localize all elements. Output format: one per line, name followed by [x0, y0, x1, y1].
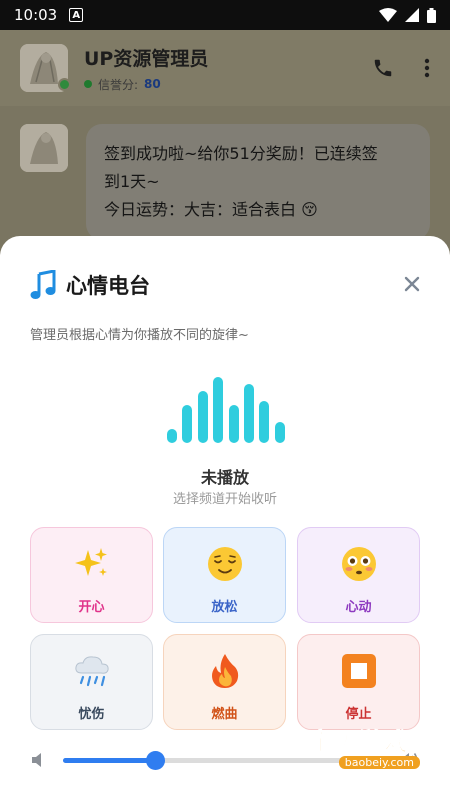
stop-button-icon	[339, 651, 379, 691]
equalizer-bar	[244, 383, 254, 443]
watermark-text: 宝贝游戏网	[309, 728, 434, 757]
fire-icon	[205, 651, 245, 691]
reputation-label: 信誉分:	[98, 77, 139, 92]
wifi-icon	[379, 8, 397, 22]
online-status-dot	[58, 78, 71, 91]
volume-fill	[63, 758, 155, 763]
watermark-logo: 宝贝游戏网 baobeiy.com	[294, 720, 434, 778]
channel-label: 燃曲	[211, 707, 238, 722]
message-bubble: 签到成功啦~给你51分奖励！已连续签 到1天~ 今日运势：大吉：适合表白 😚	[86, 124, 430, 240]
sheet-title: 心情电台	[66, 274, 150, 298]
sparkles-icon	[72, 544, 112, 584]
battery-icon	[427, 7, 436, 23]
playback-state-title: 未播放	[200, 468, 249, 487]
equalizer-bar	[259, 401, 270, 443]
chat-header: UP资源管理员 信誉分: 80	[0, 30, 450, 106]
equalizer-bar	[182, 404, 193, 443]
message-line-1: 签到成功啦~给你51分奖励！已连续签	[104, 144, 378, 163]
relieved-face-icon	[205, 544, 245, 584]
channel-label: 放松	[211, 600, 238, 615]
channel-happy[interactable]: 开心	[30, 527, 153, 623]
watermark-url: baobeiy.com	[338, 756, 420, 769]
channel-label: 心动	[345, 600, 372, 615]
reputation-dot	[84, 80, 92, 88]
channel-label: 开心	[78, 600, 105, 615]
equalizer-visualizer	[167, 373, 285, 443]
music-note-icon	[30, 270, 56, 299]
sheet-header: 心情电台	[30, 270, 150, 300]
reputation-row: 信誉分: 80	[84, 76, 208, 93]
rain-cloud-icon	[72, 651, 112, 691]
more-vert-icon[interactable]	[424, 58, 430, 78]
volume-thumb[interactable]	[145, 751, 165, 770]
notification-a-icon: A	[69, 8, 84, 22]
message-avatar	[20, 124, 68, 172]
channel-heartbeat[interactable]: 心动	[297, 527, 420, 623]
signal-icon	[405, 8, 419, 22]
chat-title: UP资源管理员	[84, 47, 209, 70]
equalizer-bar	[167, 429, 177, 443]
channel-relax[interactable]: 放松	[163, 527, 286, 623]
status-time: 10:03	[14, 6, 58, 24]
equalizer-bar	[197, 390, 208, 443]
flushed-face-icon	[339, 544, 379, 584]
equalizer-bar	[213, 376, 224, 443]
channel-stop[interactable]: 停止	[297, 634, 420, 730]
message-line-3: 今日运势：大吉：适合表白 😚	[104, 200, 318, 219]
sheet-description: 管理员根据心情为你播放不同的旋律~	[30, 328, 249, 343]
message-area: 签到成功啦~给你51分奖励！已连续签 到1天~ 今日运势：大吉：适合表白 😚	[0, 106, 450, 246]
avatar-illustration	[20, 124, 68, 172]
message-line-2: 到1天~	[104, 172, 160, 191]
status-bar: 10:03 A	[0, 0, 450, 30]
equalizer-bar	[274, 422, 285, 443]
reputation-value: 80	[144, 77, 161, 91]
mood-radio-sheet: 心情电台 管理员根据心情为你播放不同的旋律~ 未播放 选择频道开始收听 开心 放…	[0, 236, 450, 800]
channel-sad[interactable]: 忧伤	[30, 634, 153, 730]
phone-icon[interactable]	[372, 57, 394, 79]
equalizer-bar	[228, 404, 239, 443]
channel-fire[interactable]: 燃曲	[163, 634, 286, 730]
status-icons	[379, 7, 436, 23]
close-icon[interactable]	[404, 276, 420, 292]
playback-state-subtitle: 选择频道开始收听	[172, 492, 277, 507]
volume-low-icon[interactable]	[30, 751, 48, 769]
channel-label: 忧伤	[78, 707, 105, 722]
